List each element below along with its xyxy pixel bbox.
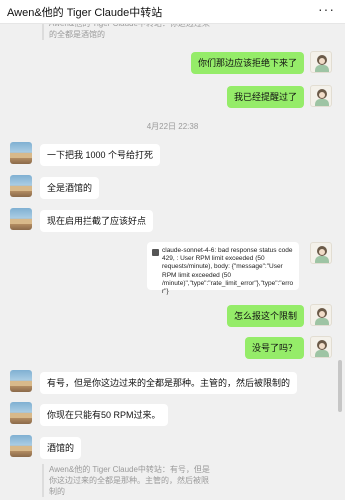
window-header: Awen&他的 Tiger Claude中转站 ··· [0,0,345,24]
document-icon [152,249,159,256]
message-timestamp: 4月22日 22:38 [146,122,199,131]
self-message-bubble[interactable]: 你们那边应该拒绝下来了 [190,52,304,74]
user-avatar[interactable] [310,51,332,73]
user-avatar[interactable] [310,85,332,107]
scrollbar[interactable] [338,360,342,412]
self-message-bubble[interactable]: 没号了吗？ [244,337,304,359]
contact-message-bubble[interactable]: 现在启用拦截了应该好点 [40,210,154,232]
contact-avatar[interactable] [10,402,32,424]
contact-avatar[interactable] [10,435,32,457]
user-avatar[interactable] [310,304,332,326]
contact-avatar[interactable] [10,142,32,164]
contact-avatar[interactable] [10,370,32,392]
contact-avatar[interactable] [10,175,32,197]
contact-message-bubble[interactable]: 酒馆的 [40,437,82,459]
error-message-card[interactable]: claude-sonnet-4-6: bad response status c… [147,242,299,295]
user-avatar[interactable] [310,242,332,264]
user-avatar[interactable] [310,336,332,358]
contact-avatar[interactable] [10,208,32,230]
chat-title: Awen&他的 Tiger Claude中转站 [7,7,163,19]
more-dots-icon[interactable]: ··· [318,1,335,17]
contact-message-bubble[interactable]: 全是酒馆的 [40,177,100,199]
self-message-bubble[interactable]: 我已经提醒过了 [226,86,304,108]
contact-message-bubble[interactable]: 你现在只能有50 RPM过来。 [40,404,168,426]
error-message-text: claude-sonnet-4-6: bad response status c… [162,247,294,296]
quoted-message: Awen&他的 Tiger Claude中转站：有号，但是你这边过来的全都是那种… [42,464,214,497]
contact-message-bubble[interactable]: 有号，但是你这边过来的全都是那种。主管的，然后被限制的 [40,372,298,394]
contact-message-bubble[interactable]: 一下把我 1000 个号给打死 [40,144,161,166]
chat-area[interactable]: Awen&他的 Tiger Claude中转站：你这边过来的全都是酒馆的 你们那… [0,24,345,500]
self-message-bubble[interactable]: 怎么报这个限制 [226,305,304,327]
quoted-message: Awen&他的 Tiger Claude中转站：你这边过来的全都是酒馆的 [42,24,212,40]
